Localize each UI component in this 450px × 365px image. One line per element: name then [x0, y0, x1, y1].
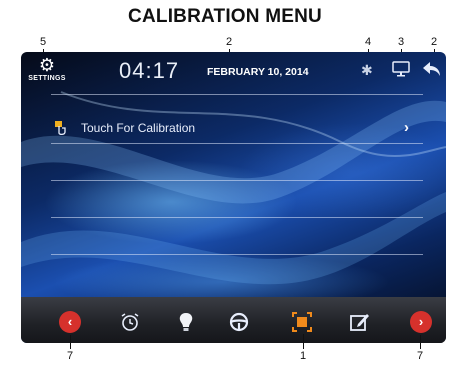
bluetooth-icon[interactable]: ✱	[361, 62, 373, 79]
callout-7-left: 7	[66, 350, 74, 362]
divider-1	[51, 143, 423, 144]
settings-button[interactable]: ⚙ SETTINGS	[27, 55, 67, 82]
divider-3	[51, 217, 423, 218]
calibration-icon[interactable]	[291, 311, 313, 333]
callout-1: 1	[299, 350, 307, 362]
status-bar: ⚙ SETTINGS 04:17 FEBRUARY 10, 2014 ✱	[21, 52, 446, 94]
callout-7-left-line	[70, 335, 71, 349]
callout-3: 2	[430, 36, 438, 48]
divider-4	[51, 254, 423, 255]
divider-2	[51, 180, 423, 181]
divider-top	[51, 94, 423, 95]
gear-icon: ⚙	[38, 55, 56, 75]
callout-7-right-line	[420, 335, 421, 349]
callout-2: 2	[225, 36, 233, 48]
steering-wheel-icon[interactable]	[228, 311, 250, 333]
clock-time: 04:17	[119, 58, 180, 83]
edit-icon[interactable]	[349, 311, 371, 333]
callout-6: 5	[39, 36, 47, 48]
dock-prev-button[interactable]: ‹	[59, 311, 81, 333]
head-unit-screen: ⚙ SETTINGS 04:17 FEBRUARY 10, 2014 ✱ Tou…	[21, 52, 446, 343]
callout-7-right: 7	[416, 350, 424, 362]
dock-next-button[interactable]: ›	[410, 311, 432, 333]
alarm-clock-icon[interactable]	[119, 311, 141, 333]
light-bulb-icon[interactable]	[175, 311, 197, 333]
date-display: FEBRUARY 10, 2014	[207, 66, 309, 78]
page-heading: CALIBRATION MENU	[128, 6, 322, 27]
back-arrow-icon[interactable]	[422, 60, 442, 78]
menu-item-touch-calibration[interactable]: Touch For Calibration ›	[51, 117, 423, 141]
menu-item-label: Touch For Calibration	[81, 121, 196, 135]
settings-label: SETTINGS	[28, 75, 66, 82]
chevron-right-icon: ›	[404, 119, 409, 136]
callout-1-line	[303, 334, 304, 349]
hand-touch-icon	[55, 121, 66, 136]
callout-4: 3	[397, 36, 405, 48]
callout-5: 4	[364, 36, 372, 48]
display-icon[interactable]	[392, 60, 410, 78]
